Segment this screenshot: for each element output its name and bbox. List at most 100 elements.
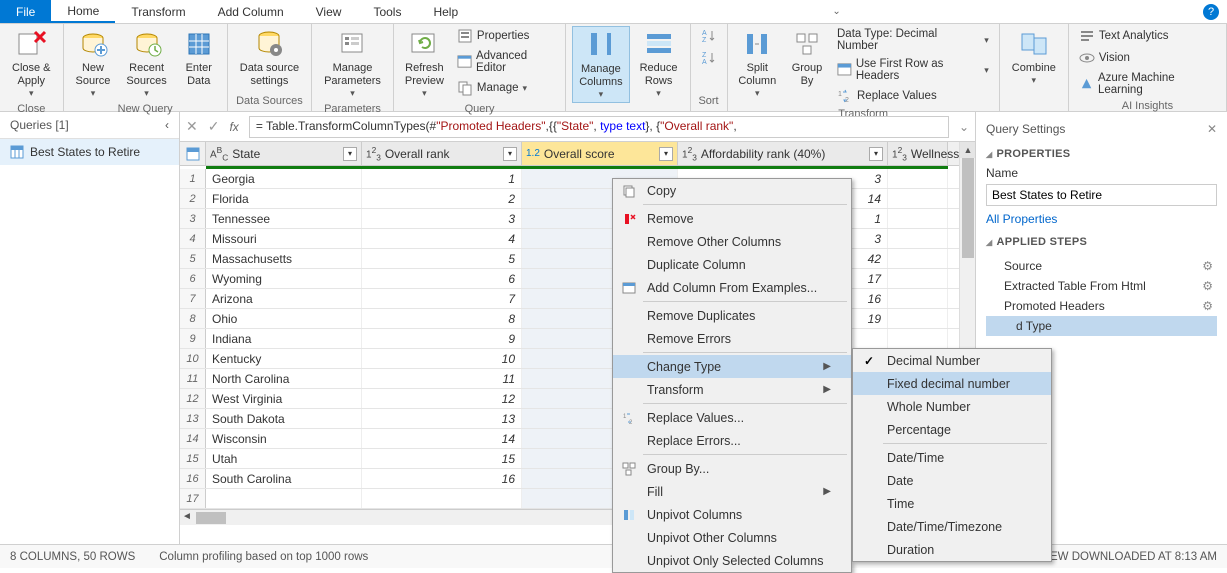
cell[interactable] <box>206 489 362 508</box>
first-row-headers-button[interactable]: Use First Row as Headers <box>833 56 993 84</box>
column-filter-icon[interactable]: ▾ <box>343 147 357 161</box>
text-analytics-button[interactable]: Text Analytics <box>1075 26 1220 46</box>
formula-cancel-icon[interactable]: ✕ <box>186 118 198 135</box>
row-index[interactable]: 12 <box>180 389 206 408</box>
manage-button[interactable]: Manage <box>453 78 559 98</box>
data-type-button[interactable]: Data Type: Decimal Number <box>833 26 993 54</box>
cell[interactable]: 10 <box>362 349 522 368</box>
row-index[interactable]: 10 <box>180 349 206 368</box>
type-time[interactable]: Time <box>853 492 1051 515</box>
cell[interactable]: Tennessee <box>206 209 362 228</box>
ctx-fill[interactable]: Fill▶ <box>613 480 851 503</box>
cell[interactable]: Florida <box>206 189 362 208</box>
menu-home[interactable]: Home <box>51 0 115 23</box>
ctx-replace-errors-[interactable]: Replace Errors... <box>613 429 851 452</box>
ctx-remove-duplicates[interactable]: Remove Duplicates <box>613 304 851 327</box>
cell[interactable] <box>888 229 948 248</box>
column-header-wellness[interactable]: 123Wellness▾ <box>888 142 948 165</box>
applied-step[interactable]: Promoted Headers⚙ <box>986 296 1217 316</box>
gear-icon[interactable]: ⚙ <box>1202 299 1213 313</box>
col-type-icon[interactable]: 1.2 <box>526 148 540 159</box>
manage-columns-button[interactable]: Manage Columns <box>572 26 629 103</box>
properties-section[interactable]: PROPERTIES <box>986 144 1217 164</box>
applied-step[interactable]: Source⚙ <box>986 256 1217 276</box>
applied-step[interactable]: d Type <box>986 316 1217 336</box>
ctx-duplicate-column[interactable]: Duplicate Column <box>613 253 851 276</box>
cell[interactable] <box>888 169 948 188</box>
reduce-rows-button[interactable]: Reduce Rows <box>634 26 684 101</box>
menu-view[interactable]: View <box>300 0 358 23</box>
gear-icon[interactable]: ⚙ <box>1202 279 1213 293</box>
combine-button[interactable]: Combine <box>1006 26 1062 88</box>
help-icon[interactable]: ? <box>1203 4 1219 20</box>
ctx-copy[interactable]: Copy <box>613 179 851 202</box>
manage-parameters-button[interactable]: Manage Parameters <box>318 26 387 101</box>
ctx-replace-values-[interactable]: 12Replace Values... <box>613 406 851 429</box>
new-source-button[interactable]: New Source <box>70 26 117 101</box>
column-filter-icon[interactable]: ▾ <box>503 147 517 161</box>
cell[interactable]: Wyoming <box>206 269 362 288</box>
formula-input[interactable]: = Table.TransformColumnTypes(#"Promoted … <box>249 116 949 138</box>
formula-dropdown-icon[interactable]: ⌄ <box>959 120 969 134</box>
cell[interactable]: South Dakota <box>206 409 362 428</box>
table-row[interactable]: 2Florida214 <box>180 189 975 209</box>
ctx-add-column-from-examples-[interactable]: Add Column From Examples... <box>613 276 851 299</box>
sort-asc-button[interactable]: AZ <box>697 26 721 46</box>
data-source-settings-button[interactable]: Data source settings <box>234 26 305 90</box>
row-index[interactable]: 2 <box>180 189 206 208</box>
col-type-icon[interactable]: 123 <box>892 145 907 162</box>
cell[interactable]: 6 <box>362 269 522 288</box>
query-item[interactable]: Best States to Retire <box>0 139 179 165</box>
ctx-remove-other-columns[interactable]: Remove Other Columns <box>613 230 851 253</box>
column-header-affordability-rank-40-[interactable]: 123Affordability rank (40%)▾ <box>678 142 888 165</box>
cell[interactable] <box>888 289 948 308</box>
cell[interactable]: 5 <box>362 249 522 268</box>
formula-commit-icon[interactable]: ✓ <box>208 118 220 135</box>
row-index[interactable]: 15 <box>180 449 206 468</box>
ctx-remove-errors[interactable]: Remove Errors <box>613 327 851 350</box>
ctx-remove[interactable]: Remove <box>613 207 851 230</box>
ctx-group-by-[interactable]: Group By... <box>613 457 851 480</box>
cell[interactable]: 7 <box>362 289 522 308</box>
query-name-input[interactable] <box>986 184 1217 206</box>
column-header-overall-rank[interactable]: 123Overall rank▾ <box>362 142 522 165</box>
grid-corner[interactable] <box>180 142 206 165</box>
row-index[interactable]: 8 <box>180 309 206 328</box>
cell[interactable] <box>888 269 948 288</box>
cell[interactable]: South Carolina <box>206 469 362 488</box>
table-row[interactable]: 8Ohio819 <box>180 309 975 329</box>
ctx-unpivot-other-columns[interactable]: Unpivot Other Columns <box>613 526 851 549</box>
all-properties-link[interactable]: All Properties <box>986 206 1217 232</box>
cell[interactable]: 13 <box>362 409 522 428</box>
column-header-state[interactable]: ABCState▾ <box>206 142 362 165</box>
cell[interactable]: 12 <box>362 389 522 408</box>
cell[interactable] <box>888 309 948 328</box>
col-type-icon[interactable]: 123 <box>682 145 697 162</box>
settings-close-icon[interactable]: ✕ <box>1207 122 1217 136</box>
table-row[interactable]: 3Tennessee31 <box>180 209 975 229</box>
cell[interactable]: Wisconsin <box>206 429 362 448</box>
row-index[interactable]: 1 <box>180 169 206 188</box>
azure-ml-button[interactable]: Azure Machine Learning <box>1075 70 1220 98</box>
row-index[interactable]: 5 <box>180 249 206 268</box>
table-row[interactable]: 6Wyoming617 <box>180 269 975 289</box>
col-type-icon[interactable]: ABC <box>210 145 228 162</box>
row-index[interactable]: 6 <box>180 269 206 288</box>
applied-steps-section[interactable]: APPLIED STEPS <box>986 232 1217 252</box>
menu-help[interactable]: Help <box>417 0 474 23</box>
cell[interactable]: Ohio <box>206 309 362 328</box>
fx-icon[interactable]: fx <box>229 120 238 134</box>
row-index[interactable]: 7 <box>180 289 206 308</box>
cell[interactable]: Massachusetts <box>206 249 362 268</box>
replace-values-button[interactable]: 12Replace Values <box>833 86 993 106</box>
type-whole-number[interactable]: Whole Number <box>853 395 1051 418</box>
cell[interactable]: 9 <box>362 329 522 348</box>
vision-button[interactable]: Vision <box>1075 48 1220 68</box>
row-index[interactable]: 14 <box>180 429 206 448</box>
cell[interactable] <box>362 489 522 508</box>
cell[interactable]: Kentucky <box>206 349 362 368</box>
group-by-button[interactable]: Group By <box>785 26 829 90</box>
table-row[interactable]: 4Missouri43 <box>180 229 975 249</box>
table-row[interactable]: 7Arizona716 <box>180 289 975 309</box>
row-index[interactable]: 3 <box>180 209 206 228</box>
